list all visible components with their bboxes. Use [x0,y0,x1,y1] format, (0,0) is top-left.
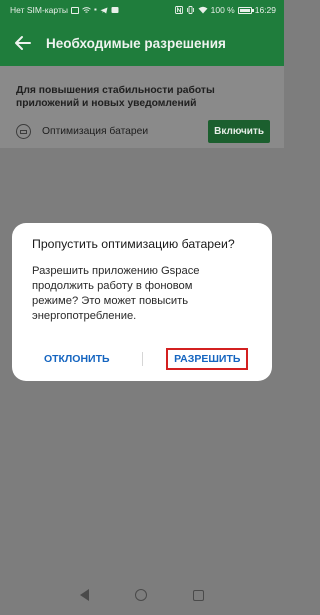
nav-back-icon[interactable] [80,589,89,601]
back-button[interactable] [10,30,36,56]
deny-button[interactable]: ОТКЛОНИТЬ [12,353,142,365]
app-bar: Необходимые разрешения [0,20,284,66]
page-title: Необходимые разрешения [46,35,226,51]
permission-left: Оптимизация батареи [16,124,148,139]
permissions-card: Для повышения стабильности работы прилож… [0,66,284,148]
nav-recents-icon[interactable] [193,589,204,601]
enable-button[interactable]: Включить [208,120,270,143]
telegram-icon [100,7,108,14]
permission-label: Оптимизация батареи [42,126,149,137]
system-nav-bar [0,575,284,615]
status-bar: Нет SIM-карты ▪ 100 % 16:29 [0,0,284,20]
battery-percent: 100 % [210,5,235,15]
sim-off-icon [70,6,79,14]
wifi-signal-icon [198,6,208,14]
status-bar-right: 100 % 16:29 [174,5,276,15]
nfc-icon [174,6,183,14]
vibrate-icon [186,6,195,14]
status-bar-left: Нет SIM-карты ▪ [10,5,119,15]
carrier-text: Нет SIM-карты [10,5,68,15]
dialog-message: Разрешить приложению Gspace продолжить р… [32,265,200,322]
clock: 16:29 [254,5,276,15]
notification-icon: ▪ [93,5,97,14]
permission-row-battery: Оптимизация батареи Включить [16,120,270,143]
dialog-title: Пропустить оптимизацию батареи? [32,237,235,251]
allow-button[interactable]: РАЗРЕШИТЬ [166,348,249,370]
battery-icon [237,6,254,14]
battery-optimization-dialog: Пропустить оптимизацию батареи? Разрешит… [12,223,272,381]
wifi-icon [82,6,91,14]
permissions-description: Для повышения стабильности работы прилож… [16,85,215,109]
allow-button-wrap: РАЗРЕШИТЬ [143,348,273,370]
arrow-left-icon [15,36,31,50]
battery-icon [16,124,31,139]
app-notification-icon [111,6,119,14]
nav-home-icon[interactable] [135,589,147,601]
dialog-actions: ОТКЛОНИТЬ РАЗРЕШИТЬ [12,347,272,371]
